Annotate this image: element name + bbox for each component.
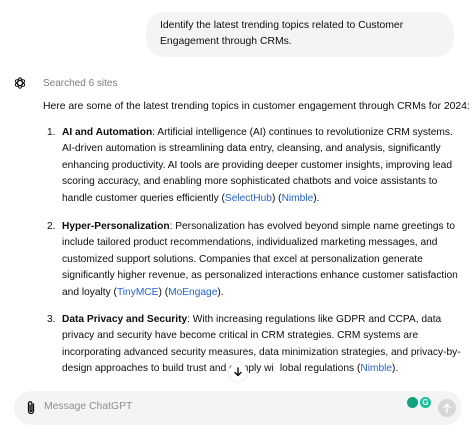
assistant-intro: Here are some of the latest trending top… <box>43 101 470 112</box>
list-item: 1. AI and Automation: Artificial intelli… <box>43 125 463 207</box>
list-item-title: Data Privacy and Security <box>62 314 188 325</box>
source-link-nimble[interactable]: Nimble <box>360 363 392 374</box>
paperclip-icon[interactable] <box>24 400 38 416</box>
source-link-nimble[interactable]: Nimble <box>282 193 314 204</box>
list-item-tail: . <box>395 363 399 375</box>
list-item-body: Hyper-Personalization: Personalization h… <box>62 221 458 298</box>
user-message-bubble: Identify the latest trending topics rela… <box>146 12 454 57</box>
grammarly-icon[interactable]: G <box>420 397 431 408</box>
message-input[interactable]: Message ChatGPT <box>44 401 132 412</box>
user-message-text: Identify the latest trending topics rela… <box>160 20 404 47</box>
list-item-tail: . <box>220 286 224 298</box>
scroll-to-bottom-button[interactable] <box>229 363 247 381</box>
list-item-number: 1. <box>47 127 56 138</box>
list-item-title: Hyper-Personalization <box>62 221 170 232</box>
list-item: 3. Data Privacy and Security: With incre… <box>43 312 463 378</box>
searched-sites-label[interactable]: Searched 6 sites <box>43 78 118 89</box>
list-item-number: 3. <box>47 314 56 325</box>
list-item-number: 2. <box>47 221 56 232</box>
list-item: 2. Hyper-Personalization: Personalizatio… <box>43 219 463 301</box>
source-link-tinymce[interactable]: TinyMCE <box>117 287 159 298</box>
source-link-moengage[interactable]: MoEngage <box>168 287 217 298</box>
extension-icon[interactable] <box>407 397 418 408</box>
send-button[interactable] <box>438 399 456 417</box>
openai-logo-icon <box>14 77 26 89</box>
list-item-title: AI and Automation <box>62 127 153 138</box>
list-item-body: Data Privacy and Security: With increasi… <box>62 314 461 375</box>
list-item-body: AI and Automation: Artificial intelligen… <box>62 127 453 204</box>
source-link-selecthub[interactable]: SelectHub <box>225 193 272 204</box>
arrow-down-icon <box>234 367 242 377</box>
list-item-tail: . <box>316 192 320 204</box>
message-composer: Message ChatGPT G <box>14 391 462 425</box>
arrow-up-icon <box>443 403 451 413</box>
